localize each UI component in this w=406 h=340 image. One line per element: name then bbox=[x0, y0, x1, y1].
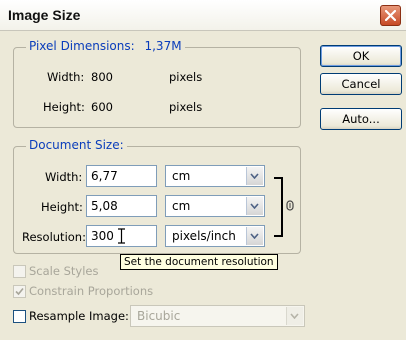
resolution-unit-dropdown[interactable] bbox=[246, 227, 263, 245]
pixel-dimensions-legend: Pixel Dimensions: 1,37M bbox=[26, 39, 185, 53]
resample-image-label: Resample Image: bbox=[29, 309, 129, 323]
resample-method-value: Bicubic bbox=[137, 309, 181, 323]
doc-height-label: Height: bbox=[41, 200, 83, 214]
chevron-down-icon bbox=[290, 313, 299, 319]
ok-button[interactable]: OK bbox=[320, 45, 402, 67]
pixel-dimensions-group bbox=[13, 47, 301, 128]
doc-width-unit-value: cm bbox=[172, 169, 191, 183]
resample-method-dropdown[interactable] bbox=[286, 307, 303, 325]
chevron-down-icon bbox=[250, 173, 259, 179]
doc-width-label: Width: bbox=[45, 170, 83, 184]
text-cursor-icon bbox=[118, 228, 125, 244]
doc-height-input[interactable]: 5,08 bbox=[86, 195, 157, 217]
resample-image-checkbox[interactable] bbox=[13, 310, 26, 323]
resolution-unit-value: pixels/inch bbox=[172, 229, 236, 243]
chevron-down-icon bbox=[250, 203, 259, 209]
close-icon bbox=[385, 10, 396, 21]
doc-width-input[interactable]: 6,77 bbox=[86, 165, 157, 187]
scale-styles-label: Scale Styles bbox=[29, 264, 99, 278]
resolution-label: Resolution: bbox=[22, 230, 86, 244]
constrain-proportions-checkbox[interactable] bbox=[13, 285, 26, 298]
doc-height-unit-select[interactable]: cm bbox=[165, 195, 265, 217]
pixel-dimensions-title: Pixel Dimensions: bbox=[29, 39, 135, 53]
pixel-height-unit: pixels bbox=[169, 100, 203, 114]
auto-button[interactable]: Auto... bbox=[320, 108, 402, 130]
pixel-width-value: 800 bbox=[91, 70, 113, 84]
resample-method-select[interactable]: Bicubic bbox=[130, 305, 305, 327]
pixel-height-value: 600 bbox=[91, 100, 113, 114]
cancel-button[interactable]: Cancel bbox=[320, 73, 402, 95]
doc-width-unit-select[interactable]: cm bbox=[165, 165, 265, 187]
window-title: Image Size bbox=[8, 7, 81, 23]
constrain-proportions-label: Constrain Proportions bbox=[29, 284, 154, 298]
pixel-dimensions-size: 1,37M bbox=[144, 39, 182, 53]
constrain-link-icon bbox=[274, 177, 294, 237]
pixel-height-label: Height: bbox=[43, 100, 85, 114]
resolution-tooltip: Set the document resolution bbox=[120, 254, 278, 270]
close-button[interactable] bbox=[380, 5, 401, 26]
pixel-width-unit: pixels bbox=[169, 70, 203, 84]
doc-width-unit-dropdown[interactable] bbox=[246, 167, 263, 185]
scale-styles-checkbox[interactable] bbox=[13, 265, 26, 278]
doc-height-unit-value: cm bbox=[172, 199, 191, 213]
title-bar: Image Size bbox=[0, 0, 406, 31]
doc-height-unit-dropdown[interactable] bbox=[246, 197, 263, 215]
document-size-legend: Document Size: bbox=[26, 138, 127, 152]
pixel-width-label: Width: bbox=[47, 70, 85, 84]
checkmark-icon bbox=[15, 287, 24, 296]
resolution-unit-select[interactable]: pixels/inch bbox=[165, 225, 265, 247]
chevron-down-icon bbox=[250, 233, 259, 239]
